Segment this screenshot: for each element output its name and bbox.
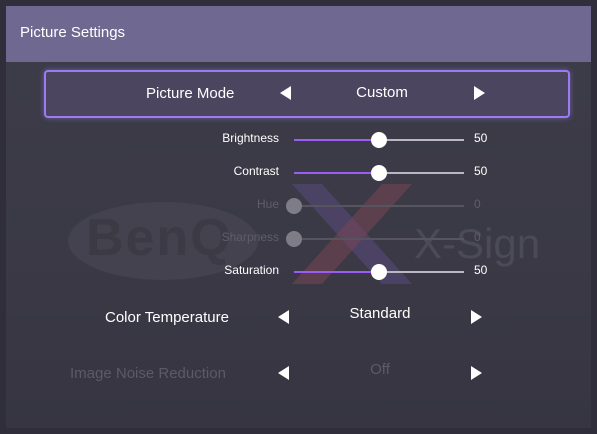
slider-knob-sharpness — [286, 231, 302, 247]
slider-brightness[interactable] — [294, 132, 464, 148]
slider-value-saturation: 50 — [474, 263, 488, 277]
slider-value-contrast: 50 — [474, 164, 488, 178]
slider-label-hue: Hue — [256, 197, 279, 211]
slider-label-contrast: Contrast — [233, 164, 279, 178]
slider-label-saturation: Saturation — [224, 263, 279, 277]
noise-reduction-prev-arrow-icon — [278, 366, 289, 380]
settings-header: Picture Settings — [6, 6, 591, 62]
slider-knob-hue — [286, 198, 302, 214]
slider-fill-contrast — [294, 172, 379, 174]
noise-reduction-label: Image Noise Reduction — [70, 365, 226, 382]
slider-fill-saturation — [294, 271, 379, 273]
slider-sharpness — [286, 231, 464, 247]
slider-label-sharpness: Sharpness — [221, 230, 279, 244]
slider-value-hue: 0 — [474, 197, 481, 211]
slider-label-brightness: Brightness — [222, 131, 279, 145]
slider-fill-brightness — [294, 139, 379, 141]
noise-reduction-value: Off — [370, 361, 390, 378]
slider-knob-brightness[interactable] — [371, 132, 387, 148]
slider-knob-saturation[interactable] — [371, 264, 387, 280]
picture-mode-next-arrow-icon[interactable] — [474, 86, 485, 100]
x-sign-watermark-icon — [292, 184, 412, 284]
color-temperature-label: Color Temperature — [105, 309, 229, 326]
x-sign-watermark-text: X-Sign — [414, 220, 541, 267]
color-temperature-value: Standard — [349, 305, 411, 322]
page-title: Picture Settings — [20, 24, 126, 41]
slider-knob-contrast[interactable] — [371, 165, 387, 181]
color-temperature-prev-arrow-icon[interactable] — [278, 310, 289, 324]
slider-saturation[interactable] — [294, 264, 464, 280]
picture-mode-selector[interactable]: Picture Mode Custom — [44, 70, 570, 118]
noise-reduction-next-arrow-icon — [471, 366, 482, 380]
slider-value-sharpness: 0 — [474, 230, 481, 244]
slider-contrast[interactable] — [294, 165, 464, 181]
benq-watermark-text: BenQ — [86, 209, 233, 267]
slider-hue — [286, 198, 464, 214]
picture-mode-prev-arrow-icon[interactable] — [280, 86, 291, 100]
picture-settings-panel: Picture Settings BenQ X-Sign Picture Mod… — [6, 6, 591, 428]
picture-mode-label: Picture Mode — [146, 85, 235, 102]
slider-value-brightness: 50 — [474, 131, 488, 145]
color-temperature-next-arrow-icon[interactable] — [471, 310, 482, 324]
picture-mode-value: Custom — [356, 84, 408, 101]
